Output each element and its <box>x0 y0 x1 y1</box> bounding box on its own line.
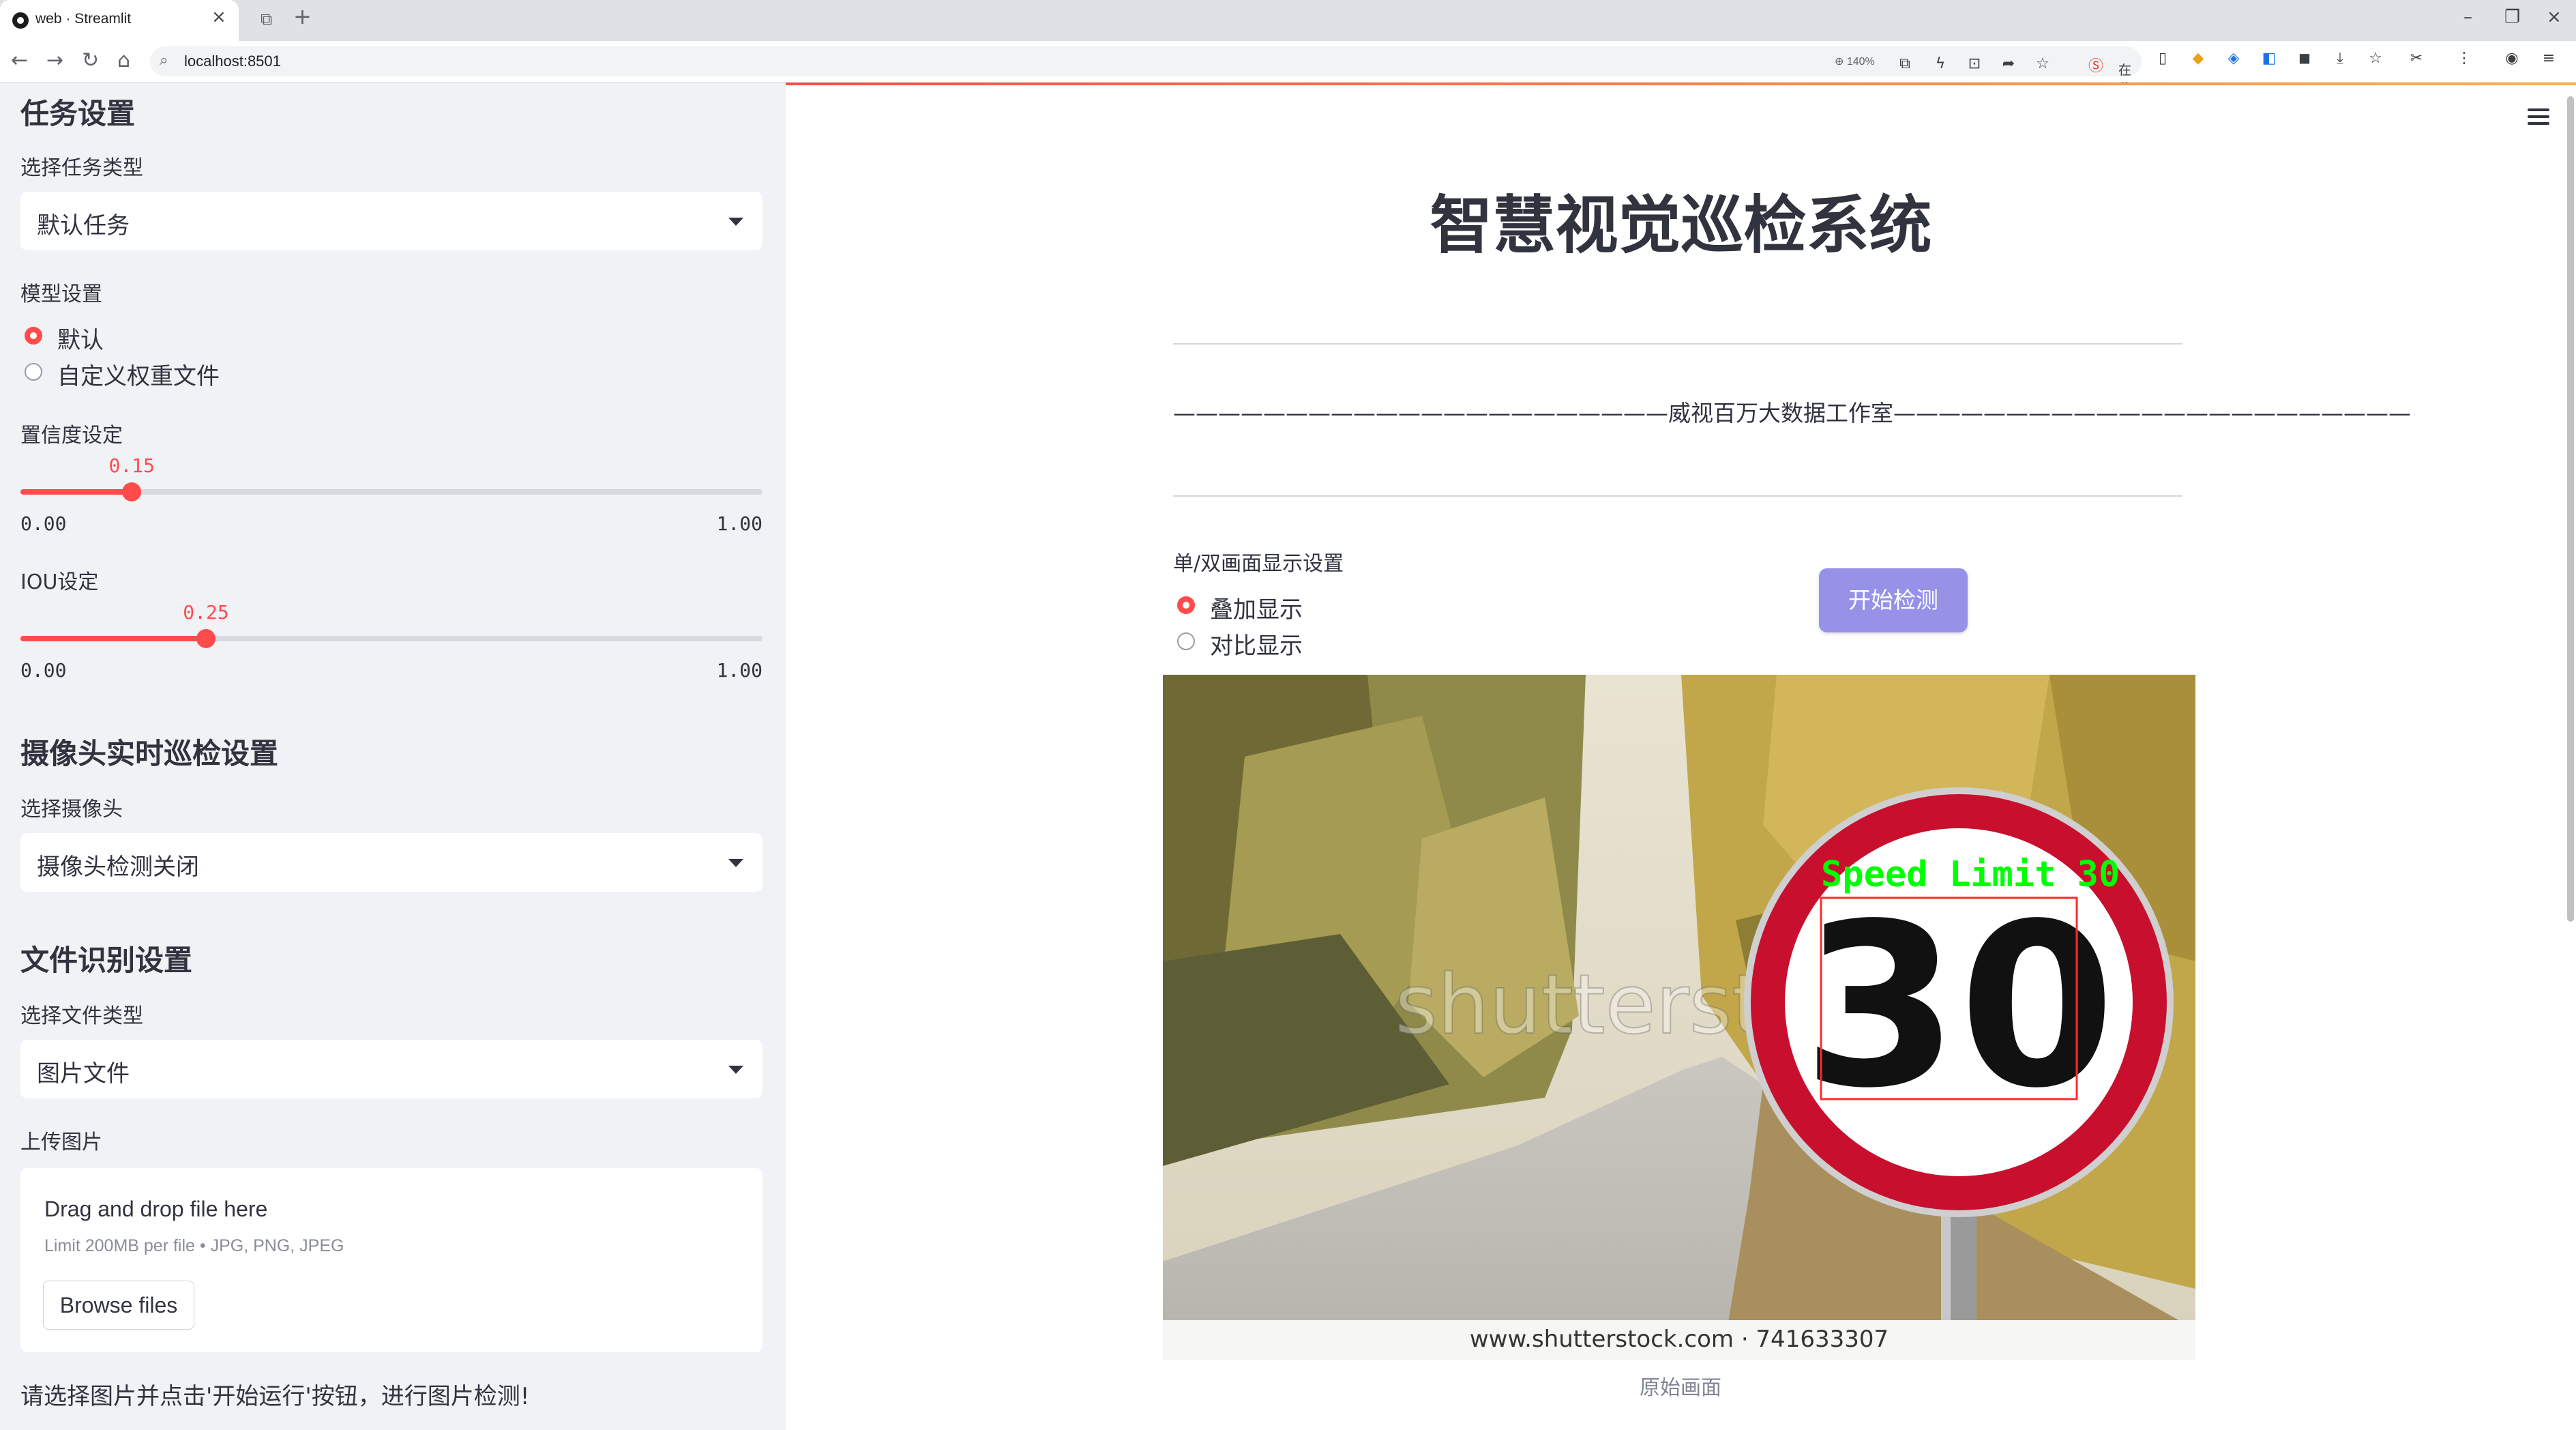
chevron-down-icon <box>728 218 743 226</box>
browser-menu-icon[interactable]: ≡ <box>2540 50 2558 68</box>
forward-icon[interactable]: → <box>46 50 63 71</box>
zoom-icon: ⊕ <box>1835 56 1847 68</box>
confidence-slider[interactable] <box>20 482 763 501</box>
display-option-label: 对比显示 <box>1210 632 1303 660</box>
download-icon[interactable]: ⤓ <box>2331 50 2349 68</box>
image-caption: 原始画面 <box>1640 1376 1721 1400</box>
file-type-label: 选择文件类型 <box>20 1004 143 1028</box>
display-option-label: 叠加显示 <box>1210 596 1303 624</box>
more-menu-icon[interactable]: ⋮ <box>2455 50 2473 68</box>
extension-icon-2[interactable]: ◈ <box>2225 50 2242 68</box>
browser-tab[interactable]: web · Streamlit × <box>0 0 239 41</box>
search-engine-icon: Ⓢ <box>2088 58 2103 75</box>
model-option-label: 自定义权重文件 <box>57 363 220 390</box>
file-type-value: 图片文件 <box>37 1060 130 1088</box>
task-settings-heading: 任务设置 <box>20 97 136 130</box>
task-type-select[interactable]: 默认任务 <box>20 192 763 250</box>
file-settings-heading: 文件识别设置 <box>20 944 193 977</box>
upload-label: 上传图片 <box>20 1130 102 1154</box>
browser-tab-bar: web · Streamlit × ⧉ + – ❐ × <box>0 0 2576 41</box>
tab-title: web · Streamlit <box>35 11 132 27</box>
studio-subtitle: ——————————————————————威视百万大数据工作室————————… <box>1173 400 2411 426</box>
task-type-value: 默认任务 <box>37 212 130 239</box>
task-type-label: 选择任务类型 <box>20 156 143 180</box>
radio-unselected-icon <box>1177 632 1195 650</box>
dropzone-title: Drag and drop file here <box>44 1197 268 1221</box>
image-footer-text: www.shutterstock.com · 741633307 <box>1470 1326 1889 1353</box>
address-bar: ← → ↻ ⌂ ⌕ localhost:8501 ⊕ 140% ⧉ ϟ ⊡ ➦ … <box>0 41 2576 133</box>
divider <box>1173 343 2182 345</box>
sidebar: 任务设置 选择任务类型 默认任务 模型设置 默认 自定义权重文件 置信度设定 0… <box>0 83 786 1430</box>
confidence-value: 0.15 <box>108 454 155 477</box>
slider-fill <box>20 636 206 641</box>
minimize-icon[interactable]: – <box>2463 8 2472 26</box>
confidence-min: 0.00 <box>20 512 67 535</box>
radio-selected-icon <box>1177 596 1195 614</box>
extension-icon-4[interactable]: ◼ <box>2296 50 2313 68</box>
divider <box>1173 495 2182 497</box>
zoom-value: 140% <box>1846 56 1875 68</box>
browse-files-button[interactable]: Browse files <box>43 1281 194 1330</box>
url-field[interactable]: ⌕ localhost:8501 ⊕ 140% ⧉ ϟ ⊡ ➦ ☆ Ⓢ 在此搜索 <box>150 46 2142 133</box>
iou-min: 0.00 <box>20 659 67 682</box>
detection-label: Speed Limit 30 <box>1821 854 2120 895</box>
search-icon: ⌕ <box>160 52 168 69</box>
main-content: 智慧视觉巡检系统 ——————————————————————威视百万大数据工作… <box>786 83 2576 1430</box>
file-type-select[interactable]: 图片文件 <box>20 1040 763 1098</box>
sign-number: 30 <box>1802 875 2115 1137</box>
restore-icon[interactable]: ❐ <box>2504 8 2520 26</box>
url-text: localhost:8501 <box>184 53 281 70</box>
favorites-icon[interactable]: ☆ <box>2367 50 2384 68</box>
translate-icon[interactable]: ⧉ <box>1896 55 1914 73</box>
header-decoration <box>786 83 2576 85</box>
display-mode-label: 单/双画面显示设置 <box>1173 552 1344 576</box>
zoom-level[interactable]: ⊕ 140% <box>1835 55 1875 68</box>
phone-icon[interactable]: ▯ <box>2154 50 2172 68</box>
close-window-icon[interactable]: × <box>2547 8 2562 26</box>
start-detection-button[interactable]: 开始检测 <box>1819 568 1968 632</box>
instruction-text: 请选择图片并点击'开始运行'按钮，进行图片检测! <box>20 1383 530 1410</box>
camera-select-value: 摄像头检测关闭 <box>37 853 199 881</box>
streamlit-favicon-icon <box>12 12 29 29</box>
back-icon[interactable]: ← <box>11 50 28 71</box>
file-dropzone[interactable]: Drag and drop file here Limit 200MB per … <box>20 1168 763 1352</box>
confidence-slider-handle[interactable] <box>122 482 142 501</box>
confidence-max: 1.00 <box>716 512 763 535</box>
iou-slider[interactable] <box>20 629 763 648</box>
browser-search-box[interactable]: Ⓢ 在此搜索 <box>1937 52 2135 133</box>
confidence-label: 置信度设定 <box>20 424 123 448</box>
dropzone-limit: Limit 200MB per file • JPG, PNG, JPEG <box>44 1236 344 1255</box>
new-tab-icon[interactable]: + <box>293 5 312 27</box>
chevron-down-icon <box>728 1066 743 1074</box>
iou-value: 0.25 <box>183 601 229 624</box>
extension-icon-3[interactable]: ◧ <box>2260 50 2278 68</box>
tab-group-icon[interactable]: ⧉ <box>261 10 272 29</box>
home-icon[interactable]: ⌂ <box>117 50 130 71</box>
camera-select[interactable]: 摄像头检测关闭 <box>20 833 763 892</box>
road-scene-image: shutterstock 30 Speed Limit 30 www.shutt… <box>1163 675 2195 1360</box>
model-settings-label: 模型设置 <box>20 282 102 306</box>
model-option-label: 默认 <box>57 327 104 354</box>
detection-image: shutterstock 30 Speed Limit 30 www.shutt… <box>1163 675 2195 1360</box>
scissors-icon[interactable]: ✂ <box>2408 50 2425 68</box>
hamburger-menu-icon[interactable] <box>2528 108 2549 125</box>
reload-icon[interactable]: ↻ <box>82 50 99 71</box>
tab-close-icon[interactable]: × <box>211 8 226 26</box>
iou-max: 1.00 <box>716 659 763 682</box>
radio-unselected-icon <box>25 363 42 381</box>
chevron-down-icon <box>728 859 743 867</box>
camera-settings-heading: 摄像头实时巡检设置 <box>20 737 279 770</box>
slider-fill <box>20 489 132 495</box>
avatar[interactable]: ◉ <box>2503 50 2521 68</box>
camera-select-label: 选择摄像头 <box>20 798 123 821</box>
extension-icon[interactable]: ◆ <box>2189 50 2207 68</box>
iou-label: IOU设定 <box>20 570 99 594</box>
iou-slider-handle[interactable] <box>196 629 216 648</box>
radio-selected-icon <box>25 327 42 345</box>
page-title: 智慧视觉巡检系统 <box>1430 189 1932 262</box>
